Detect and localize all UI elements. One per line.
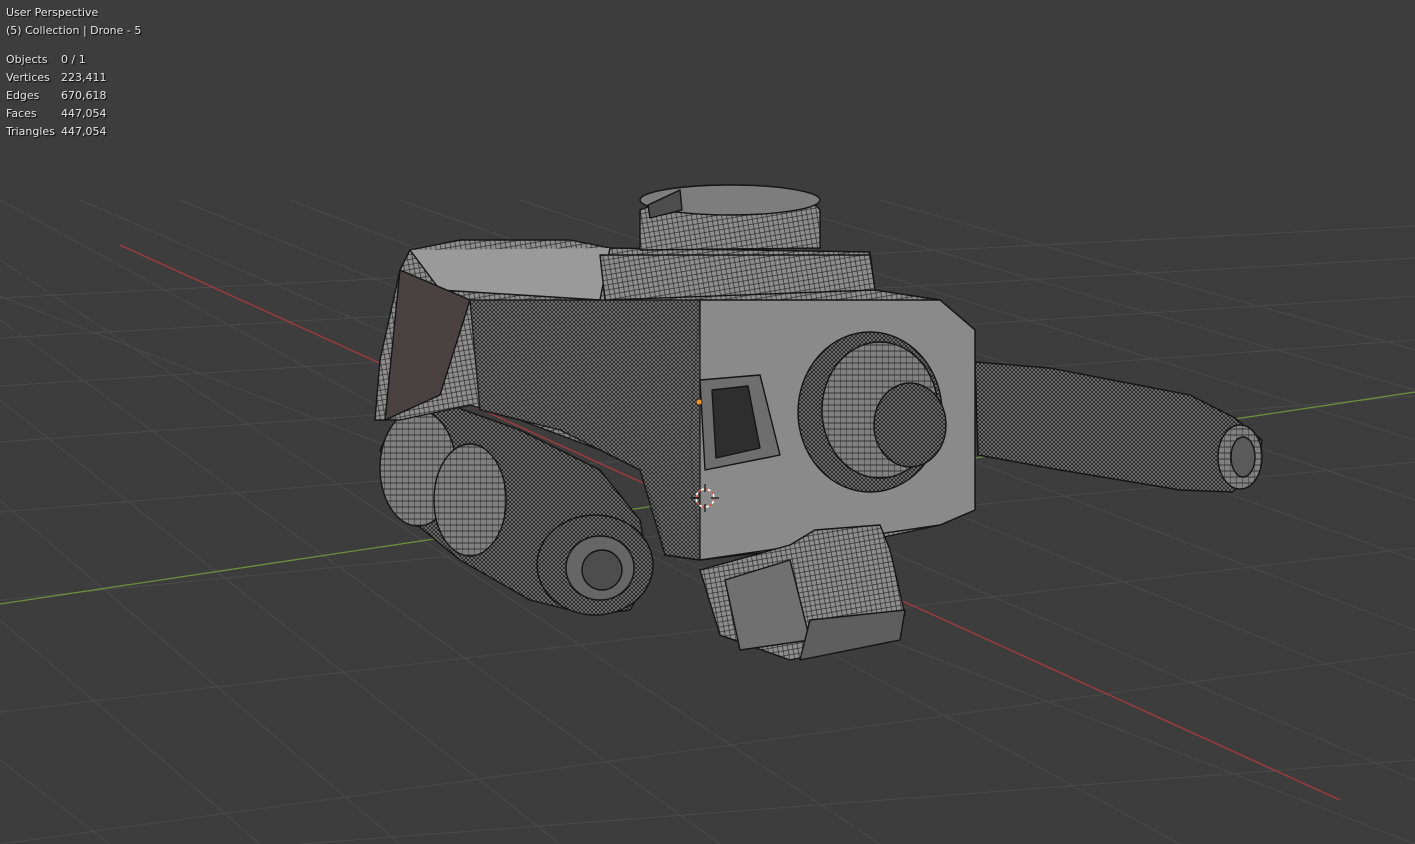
stat-label: Triangles xyxy=(6,125,55,138)
top-cap[interactable] xyxy=(599,184,876,301)
stat-row-edges: Edges 670,618 xyxy=(6,87,141,105)
viewport-text-info: User Perspective (5) Collection | Drone … xyxy=(6,4,141,141)
viewport-scene[interactable] xyxy=(0,0,1415,844)
stat-row-objects: Objects 0 / 1 xyxy=(6,51,141,69)
3d-viewport[interactable]: User Perspective (5) Collection | Drone … xyxy=(0,0,1415,844)
stat-label: Objects xyxy=(6,53,48,66)
stat-value: 0 / 1 xyxy=(61,53,86,66)
stat-value: 223,411 xyxy=(61,71,107,84)
barrel-right[interactable] xyxy=(974,361,1263,493)
stat-value: 670,618 xyxy=(61,89,107,102)
stat-label: Vertices xyxy=(6,71,50,84)
stat-row-triangles: Triangles 447,054 xyxy=(6,123,141,141)
stat-label: Faces xyxy=(6,107,37,120)
drone-mesh[interactable] xyxy=(374,184,1263,661)
stat-value: 447,054 xyxy=(61,107,107,120)
stat-label: Edges xyxy=(6,89,40,102)
stat-row-faces: Faces 447,054 xyxy=(6,105,141,123)
stat-row-vertices: Vertices 223,411 xyxy=(6,69,141,87)
object-origin-icon xyxy=(695,398,703,406)
view-name: User Perspective xyxy=(6,6,99,19)
statistics-overlay: Objects 0 / 1 Vertices 223,411 Edges 670… xyxy=(6,51,141,141)
collection-info: (5) Collection | Drone - 5 xyxy=(6,24,142,37)
stat-value: 447,054 xyxy=(61,125,107,138)
